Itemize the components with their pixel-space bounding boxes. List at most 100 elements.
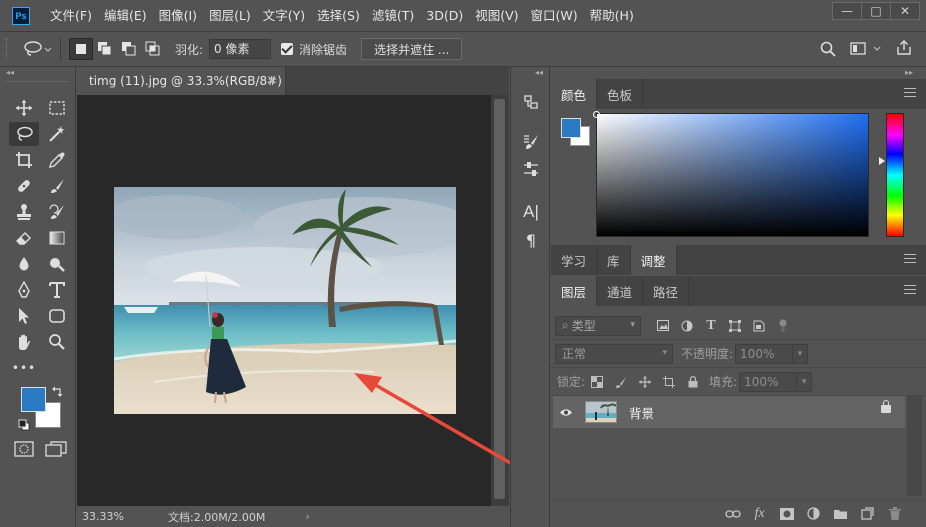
tab-adjustments[interactable]: 调整 (630, 245, 677, 275)
mid-strip-collapse-icon[interactable]: ◂◂ (535, 68, 543, 77)
close-tab-icon[interactable]: × (266, 73, 277, 88)
lock-all-icon[interactable] (681, 372, 705, 392)
color-panel-foreground-swatch[interactable] (561, 118, 581, 138)
swap-colors-icon[interactable] (52, 385, 64, 400)
new-selection-icon[interactable] (69, 38, 93, 60)
link-icon[interactable] (719, 509, 746, 519)
history-panel-icon[interactable] (520, 91, 542, 113)
feather-input[interactable]: 0 像素 (209, 39, 272, 59)
lasso-preset-icon[interactable] (22, 38, 52, 60)
select-and-mask-button[interactable]: 选择并遮住 ... (361, 38, 463, 60)
filter-adjustment-icon[interactable] (675, 316, 699, 336)
toolbar-collapse-arrows[interactable]: ◂◂ (0, 67, 75, 79)
dodge-tool-icon[interactable] (42, 252, 72, 276)
tab-learn[interactable]: 学习 (551, 245, 598, 275)
dock-collapse-icon[interactable]: ▸▸ (905, 68, 913, 77)
filter-shape-icon[interactable] (723, 316, 747, 336)
zoom-level-field[interactable]: 33.33% (82, 510, 142, 523)
lock-pixels-icon[interactable] (609, 372, 633, 392)
marquee-tool-icon[interactable] (42, 96, 72, 120)
eraser-tool-icon[interactable] (9, 226, 39, 250)
history-brush-tool-icon[interactable] (42, 200, 72, 224)
toolbar-grip[interactable] (6, 81, 69, 89)
brush-tool-icon[interactable] (42, 174, 72, 198)
lasso-tool-icon[interactable] (9, 122, 39, 146)
hue-slider[interactable] (886, 113, 904, 237)
add-selection-icon[interactable] (93, 38, 117, 60)
type-tool-icon[interactable] (42, 278, 72, 302)
eyedropper-tool-icon[interactable] (42, 148, 72, 172)
options-grip[interactable] (6, 38, 10, 60)
adjustment-icon[interactable] (800, 507, 827, 520)
lock-transparent-icon[interactable] (585, 372, 609, 392)
tool-presets-panel-icon[interactable] (520, 159, 542, 181)
intersect-selection-icon[interactable] (141, 38, 165, 60)
filter-type-icon[interactable]: T (699, 316, 723, 336)
menu-edit[interactable]: 编辑(E) (98, 0, 153, 31)
path-selection-tool-icon[interactable] (9, 304, 39, 328)
blend-mode-select[interactable]: 正常 ▾ (555, 343, 673, 364)
subtract-selection-icon[interactable] (117, 38, 141, 60)
crop-tool-icon[interactable] (9, 148, 39, 172)
menu-type[interactable]: 文字(Y) (257, 0, 311, 31)
stamp-tool-icon[interactable] (9, 200, 39, 224)
tab-channels[interactable]: 通道 (597, 276, 644, 306)
new-layer-icon[interactable] (854, 507, 881, 520)
menu-image[interactable]: 图像(I) (153, 0, 203, 31)
opacity-field[interactable]: 100% (735, 343, 794, 364)
tab-color[interactable]: 颜色 (551, 79, 598, 109)
tab-layers[interactable]: 图层 (551, 276, 598, 306)
menu-filter[interactable]: 滤镜(T) (366, 0, 420, 31)
mask-icon[interactable] (773, 507, 800, 520)
menu-window[interactable]: 窗口(W) (525, 0, 584, 31)
pen-tool-icon[interactable] (9, 278, 39, 302)
trash-icon[interactable] (881, 507, 908, 520)
workspace-icon[interactable] (850, 42, 882, 59)
color-panel-menu-icon[interactable] (904, 88, 916, 97)
hue-slider-marker[interactable] (879, 157, 885, 165)
screen-mode-icon[interactable] (45, 441, 67, 460)
adjust-panel-menu-icon[interactable] (904, 254, 916, 263)
filter-smart-object-icon[interactable] (747, 316, 771, 336)
brush-settings-panel-icon[interactable] (520, 131, 542, 153)
gradient-tool-icon[interactable] (42, 226, 72, 250)
group-folder-icon[interactable] (827, 508, 854, 520)
magic-wand-tool-icon[interactable] (42, 122, 72, 146)
fx-icon[interactable]: fx (746, 506, 773, 522)
layer-name[interactable]: 背景 (629, 403, 654, 422)
filter-pixel-icon[interactable] (651, 316, 675, 336)
layers-panel-menu-icon[interactable] (904, 285, 916, 294)
foreground-color-swatch[interactable] (21, 387, 46, 412)
paragraph-panel-icon[interactable]: ¶ (520, 229, 542, 251)
quick-mask-icon[interactable] (14, 441, 34, 460)
character-panel-icon[interactable]: A| (520, 201, 542, 223)
menu-file[interactable]: 文件(F) (44, 0, 98, 31)
more-tools-icon[interactable]: ••• (9, 356, 39, 380)
layer-row[interactable]: 背景 (553, 396, 905, 428)
blur-tool-icon[interactable] (9, 252, 39, 276)
filter-toggle-icon[interactable] (771, 316, 795, 336)
opacity-chevron-icon[interactable]: ▾ (792, 343, 809, 364)
lock-artboard-icon[interactable] (657, 372, 681, 392)
menu-select[interactable]: 选择(S) (311, 0, 366, 31)
document-tab[interactable]: timg (11).jpg @ 33.3%(RGB/8#) × (77, 67, 286, 95)
fill-chevron-icon[interactable]: ▾ (796, 371, 813, 392)
eye-icon[interactable] (553, 408, 579, 417)
fill-field[interactable]: 100% (739, 371, 798, 392)
shape-tool-icon[interactable] (42, 304, 72, 328)
antialias-checkbox[interactable] (281, 43, 294, 55)
menu-layer[interactable]: 图层(L) (203, 0, 257, 31)
close-button[interactable]: ✕ (890, 2, 920, 20)
layer-filter-select[interactable]: ⌕ 类型 ▾ (555, 315, 641, 336)
menu-help[interactable]: 帮助(H) (584, 0, 640, 31)
menu-3d[interactable]: 3D(D) (420, 0, 469, 31)
zoom-tool-icon[interactable] (42, 330, 72, 354)
default-colors-icon[interactable] (18, 419, 30, 434)
healing-brush-tool-icon[interactable] (9, 174, 39, 198)
tab-paths[interactable]: 路径 (643, 276, 690, 306)
move-tool-icon[interactable] (9, 96, 39, 120)
lock-position-icon[interactable] (633, 372, 657, 392)
minimize-button[interactable]: — (832, 2, 862, 20)
search-icon[interactable] (820, 41, 836, 60)
menu-view[interactable]: 视图(V) (469, 0, 524, 31)
